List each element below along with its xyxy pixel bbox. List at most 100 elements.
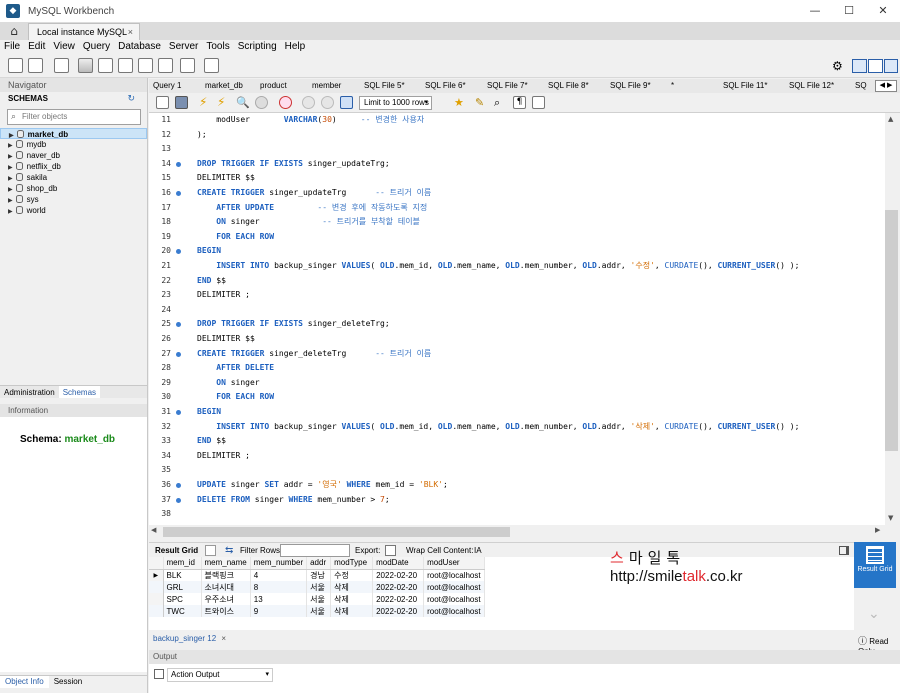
query-tab[interactable]: SQL File 5*	[364, 79, 425, 93]
minimize-button[interactable]: —	[798, 0, 832, 22]
table-row[interactable]: TWC 트와이스 9 서울 삭제 2022-02-20 root@localhost	[149, 605, 485, 617]
word-wrap-icon[interactable]	[532, 96, 545, 109]
explain-icon[interactable]: 🔍	[236, 96, 250, 109]
row-marker[interactable]: ▶	[149, 569, 164, 581]
autocommit-icon[interactable]	[340, 96, 353, 109]
close-button[interactable]: ✕	[866, 0, 900, 22]
query-tab[interactable]: SQL File 11*	[723, 79, 789, 93]
table-cell[interactable]: 경남	[306, 569, 332, 581]
create-view-icon[interactable]	[118, 58, 133, 73]
toggle-secondary-sidebar-icon[interactable]	[884, 59, 898, 73]
create-table-icon[interactable]	[98, 58, 113, 73]
code-line[interactable]: 24	[149, 303, 885, 318]
query-tab[interactable]: SQL File 12*	[789, 79, 855, 93]
editor-horizontal-scrollbar[interactable]: ◀ ▶	[149, 525, 900, 539]
table-cell[interactable]: 서울	[306, 605, 332, 617]
column-header[interactable]: addr	[306, 557, 332, 570]
code-line[interactable]: 18 ON singer -- 트리거를 부착할 테이블	[149, 215, 885, 230]
code-line[interactable]: 21 INSERT INTO backup_singer VALUES( OLD…	[149, 259, 885, 274]
code-line[interactable]: 14 DROP TRIGGER IF EXISTS singer_updateTr…	[149, 157, 885, 172]
close-tab-icon[interactable]: ×	[128, 24, 133, 40]
schema-item-netflix_db[interactable]: ▶ netflix_db	[0, 161, 147, 172]
table-cell[interactable]: root@localhost	[423, 569, 485, 581]
code-line[interactable]: 19 FOR EACH ROW	[149, 230, 885, 245]
table-cell[interactable]: root@localhost	[423, 581, 485, 593]
table-cell[interactable]: 13	[250, 593, 308, 605]
schema-item-naver_db[interactable]: ▶ naver_db	[0, 150, 147, 161]
column-header[interactable]: modUser	[423, 557, 485, 570]
code-line[interactable]: 20 BEGIN	[149, 244, 885, 259]
expand-arrow-icon[interactable]: ▶	[8, 187, 13, 193]
toggle-error-icon[interactable]	[279, 96, 292, 109]
refresh-icon[interactable]: ⇆	[225, 543, 233, 558]
column-header[interactable]: mem_id	[163, 557, 202, 570]
code-line[interactable]: 35	[149, 463, 885, 478]
table-cell[interactable]: 8	[250, 581, 308, 593]
query-tab[interactable]: SQL File 6*	[425, 79, 487, 93]
output-type-select[interactable]: Action Output	[167, 668, 273, 682]
table-cell[interactable]: 2022-02-20	[372, 605, 425, 617]
menu-tools[interactable]: Tools	[202, 40, 233, 54]
code-line[interactable]: 13	[149, 142, 885, 157]
menu-query[interactable]: Query	[79, 40, 114, 54]
table-cell[interactable]: 서울	[306, 581, 332, 593]
scroll-thumb[interactable]	[885, 210, 898, 451]
tab-scroll-arrows-icon[interactable]: ◀ ▶	[875, 80, 897, 92]
sql-editor[interactable]: 11 modUser VARCHAR(30) -- 변경한 사용자 12); 13 1…	[149, 113, 885, 525]
scroll-down-arrow-icon[interactable]: ▼	[888, 514, 893, 522]
result-grid-side-button[interactable]: Result Grid	[854, 542, 896, 588]
column-header[interactable]: mem_name	[201, 557, 251, 570]
row-marker[interactable]	[149, 593, 164, 605]
query-tab[interactable]: market_db	[205, 79, 260, 93]
code-line[interactable]: 27 CREATE TRIGGER singer_deleteTrg -- 트리거…	[149, 347, 885, 362]
table-cell[interactable]: BLK	[163, 569, 202, 581]
query-tab[interactable]: *	[671, 79, 723, 93]
create-procedure-icon[interactable]	[138, 58, 153, 73]
row-marker[interactable]	[149, 605, 164, 617]
schema-item-sys[interactable]: ▶ sys	[0, 194, 147, 205]
find-icon[interactable]: ⌕	[494, 96, 507, 109]
create-schema-icon[interactable]	[78, 58, 93, 73]
query-tab[interactable]: SQ	[855, 79, 869, 93]
close-result-tab-icon[interactable]: ×	[221, 634, 226, 643]
maximize-button[interactable]: ☐	[832, 0, 866, 22]
filter-rows-input[interactable]	[280, 544, 350, 557]
expand-arrow-icon[interactable]: ▶	[8, 209, 13, 215]
expand-arrow-icon[interactable]: ▶	[8, 165, 13, 171]
code-line[interactable]: 23 DELIMITER ;	[149, 288, 885, 303]
export-icon[interactable]	[385, 545, 396, 556]
schema-item-mydb[interactable]: ▶ mydb	[0, 139, 147, 150]
table-cell[interactable]: 소녀시대	[201, 581, 251, 593]
query-tab[interactable]: member	[312, 79, 364, 93]
table-row[interactable]: ▶ BLK 블랙핑크 4 경남 수정 2022-02-20 root@localhost	[149, 569, 485, 581]
table-cell[interactable]: 우주소녀	[201, 593, 251, 605]
code-line[interactable]: 34 DELIMITER ;	[149, 449, 885, 464]
scroll-left-arrow-icon[interactable]: ◀	[151, 526, 156, 534]
open-file-icon[interactable]	[156, 96, 169, 109]
code-line[interactable]: 31 BEGIN	[149, 405, 885, 420]
table-row[interactable]: GRL 소녀시대 8 서울 삭제 2022-02-20 root@localhost	[149, 581, 485, 593]
table-cell[interactable]: 트와이스	[201, 605, 251, 617]
tab-object-info[interactable]: Object Info	[0, 676, 49, 688]
output-copy-icon[interactable]	[154, 669, 164, 679]
code-line[interactable]: 29 ON singer	[149, 376, 885, 391]
settings-gear-icon[interactable]: ⚙	[832, 59, 843, 73]
chevron-down-icon[interactable]: ⌄	[868, 606, 880, 622]
menu-server[interactable]: Server	[165, 40, 202, 54]
table-cell[interactable]: TWC	[163, 605, 202, 617]
code-line[interactable]: 37 DELETE FROM singer WHERE mem_number > …	[149, 493, 885, 508]
table-cell[interactable]: root@localhost	[423, 593, 485, 605]
scroll-thumb[interactable]	[163, 527, 510, 537]
expand-arrow-icon[interactable]: ▶	[8, 176, 13, 182]
expand-arrow-icon[interactable]: ▶	[8, 143, 13, 149]
code-line[interactable]: 28 AFTER DELETE	[149, 361, 885, 376]
limit-rows-select[interactable]: Limit to 1000 rows	[359, 96, 432, 110]
schema-item-world[interactable]: ▶ world	[0, 205, 147, 216]
menu-help[interactable]: Help	[281, 40, 310, 54]
scroll-right-arrow-icon[interactable]: ▶	[875, 526, 880, 534]
reconnect-icon[interactable]	[204, 58, 219, 73]
create-function-icon[interactable]	[158, 58, 173, 73]
add-snippet-star-icon[interactable]: ★	[454, 96, 467, 109]
open-sql-file-icon[interactable]	[28, 58, 43, 73]
query-tab[interactable]: Query 1	[153, 79, 205, 93]
